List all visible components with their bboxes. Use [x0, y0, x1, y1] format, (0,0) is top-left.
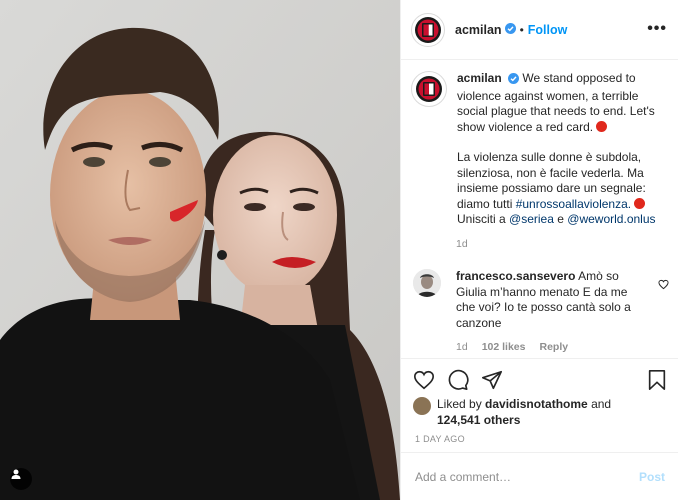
- photo-illustration: [0, 0, 400, 500]
- comment-icon[interactable]: [447, 369, 469, 394]
- post-caption: acmilan We stand opposed to violence aga…: [411, 71, 671, 228]
- red-circle-emoji-icon: [596, 120, 608, 132]
- likes-text: Liked by davidisnotathome and 124,541 ot…: [437, 396, 611, 428]
- commenter-username[interactable]: francesco.sansevero: [456, 269, 575, 283]
- acmilan-logo-icon: [415, 16, 441, 43]
- instagram-post: acmilan • Follow ••• acmilan We stand op…: [0, 0, 678, 500]
- post-side-panel: acmilan • Follow ••• acmilan We stand op…: [400, 0, 678, 500]
- commenter-photo: [413, 269, 441, 297]
- caption-conjunction: e: [557, 212, 564, 226]
- commenter-avatar[interactable]: [413, 269, 441, 297]
- caption-join-text: Unisciti a: [457, 212, 506, 226]
- post-actions: [401, 358, 678, 400]
- header-username[interactable]: acmilan: [455, 23, 502, 37]
- post-header: acmilan • Follow •••: [401, 0, 678, 60]
- share-icon[interactable]: [481, 369, 503, 394]
- comment-item: francesco.sansevero Amò so Giulia m’hann…: [413, 269, 671, 331]
- comment-meta: 1d 102 likes Reply: [456, 341, 568, 353]
- comment-timestamp[interactable]: 1d: [456, 341, 468, 353]
- acmilan-logo-icon: [416, 76, 442, 102]
- reply-button[interactable]: Reply: [539, 341, 568, 353]
- more-options-icon[interactable]: •••: [647, 20, 667, 38]
- comments-section: acmilan We stand opposed to violence aga…: [401, 61, 678, 357]
- bookmark-icon[interactable]: [646, 369, 668, 394]
- user-tag-icon[interactable]: [10, 468, 32, 490]
- post-comment-button[interactable]: Post: [639, 470, 665, 484]
- acmilan-avatar[interactable]: [411, 12, 445, 47]
- comment-body: francesco.sansevero Amò so Giulia m’hann…: [456, 269, 641, 331]
- verified-badge-icon: [508, 73, 520, 89]
- caption-username[interactable]: acmilan: [457, 71, 502, 85]
- caption-text: acmilan We stand opposed to violence aga…: [457, 71, 669, 228]
- mention-weworld[interactable]: @weworld.onlus: [567, 212, 655, 226]
- header-separator: •: [519, 22, 524, 37]
- comment-heart-icon[interactable]: [658, 279, 669, 293]
- red-circle-emoji-icon: [634, 197, 646, 209]
- hashtag-link[interactable]: #unrossoallaviolenza.: [516, 197, 631, 211]
- verified-badge-icon: [504, 22, 516, 37]
- likes-others[interactable]: 124,541 others: [437, 413, 520, 427]
- follow-button[interactable]: Follow: [528, 23, 568, 37]
- caption-timestamp[interactable]: 1d: [456, 238, 468, 250]
- caption-italian: La violenza sulle donne è subdola, silen…: [457, 150, 669, 228]
- liker-username[interactable]: davidisnotathome: [485, 397, 588, 411]
- heart-icon[interactable]: [413, 369, 435, 394]
- post-time-ago[interactable]: 1 DAY AGO: [415, 434, 465, 444]
- likes-prefix: Liked by: [437, 397, 482, 411]
- mention-seriea[interactable]: @seriea: [509, 212, 554, 226]
- add-comment-bar: Post: [401, 452, 678, 500]
- caption-avatar[interactable]: [411, 71, 447, 107]
- user-silhouette: [11, 469, 21, 479]
- liker-avatar[interactable]: [413, 397, 431, 415]
- post-photo[interactable]: [0, 0, 400, 500]
- comment-likes[interactable]: 102 likes: [482, 341, 526, 353]
- add-comment-input[interactable]: [415, 469, 639, 484]
- likes-summary: Liked by davidisnotathome and 124,541 ot…: [413, 396, 673, 428]
- likes-conjunction: and: [591, 397, 612, 411]
